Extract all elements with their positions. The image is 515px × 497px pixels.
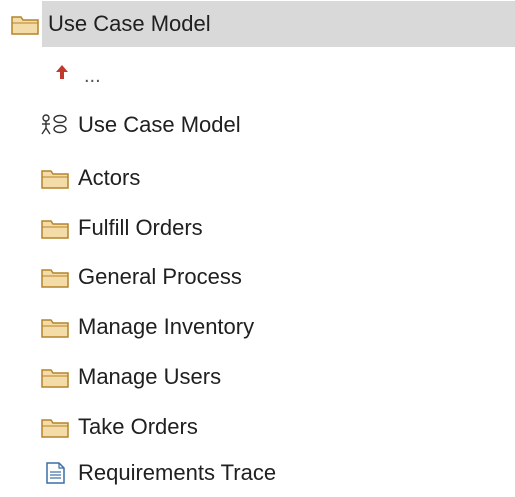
tree-item-actors[interactable]: Actors <box>0 154 475 202</box>
tree-item-label: Use Case Model <box>78 112 241 137</box>
tree-item-manage-users[interactable]: Manage Users <box>0 353 475 401</box>
tree-item-requirements-trace[interactable]: Requirements Trace <box>0 449 475 497</box>
tree-item-up[interactable]: ... <box>0 48 475 96</box>
tree-item-fulfill-orders[interactable]: Fulfill Orders <box>0 204 475 252</box>
folder-icon <box>40 216 70 240</box>
folder-icon <box>40 166 70 190</box>
folder-icon <box>40 365 70 389</box>
tree-item-label: Actors <box>78 165 141 190</box>
tree-item-up-label: ... <box>84 64 101 87</box>
folder-icon <box>10 12 40 36</box>
tree-item-label: Manage Users <box>78 364 222 389</box>
folder-icon <box>40 415 70 439</box>
up-arrow-icon <box>54 63 70 81</box>
use-case-diagram-icon <box>40 113 70 137</box>
tree-root-use-case-model[interactable]: Use Case Model <box>0 0 515 48</box>
folder-icon <box>40 315 70 339</box>
tree-item-take-orders[interactable]: Take Orders <box>0 403 475 451</box>
tree-item-label: General Process <box>78 264 242 289</box>
tree-item-label: Take Orders <box>78 414 198 439</box>
document-icon <box>40 461 70 485</box>
tree-item-manage-inventory[interactable]: Manage Inventory <box>0 303 475 351</box>
tree-root-label: Use Case Model <box>42 1 515 47</box>
tree-item-general-process[interactable]: General Process <box>0 253 475 301</box>
tree-item-label: Manage Inventory <box>78 314 255 339</box>
tree-item-use-case-model-diagram[interactable]: Use Case Model <box>0 101 475 149</box>
tree-item-label: Fulfill Orders <box>78 215 203 240</box>
folder-icon <box>40 265 70 289</box>
project-browser-tree: Use Case Model ... Use Case Model Actors… <box>0 0 515 497</box>
tree-item-label: Requirements Trace <box>78 460 277 485</box>
